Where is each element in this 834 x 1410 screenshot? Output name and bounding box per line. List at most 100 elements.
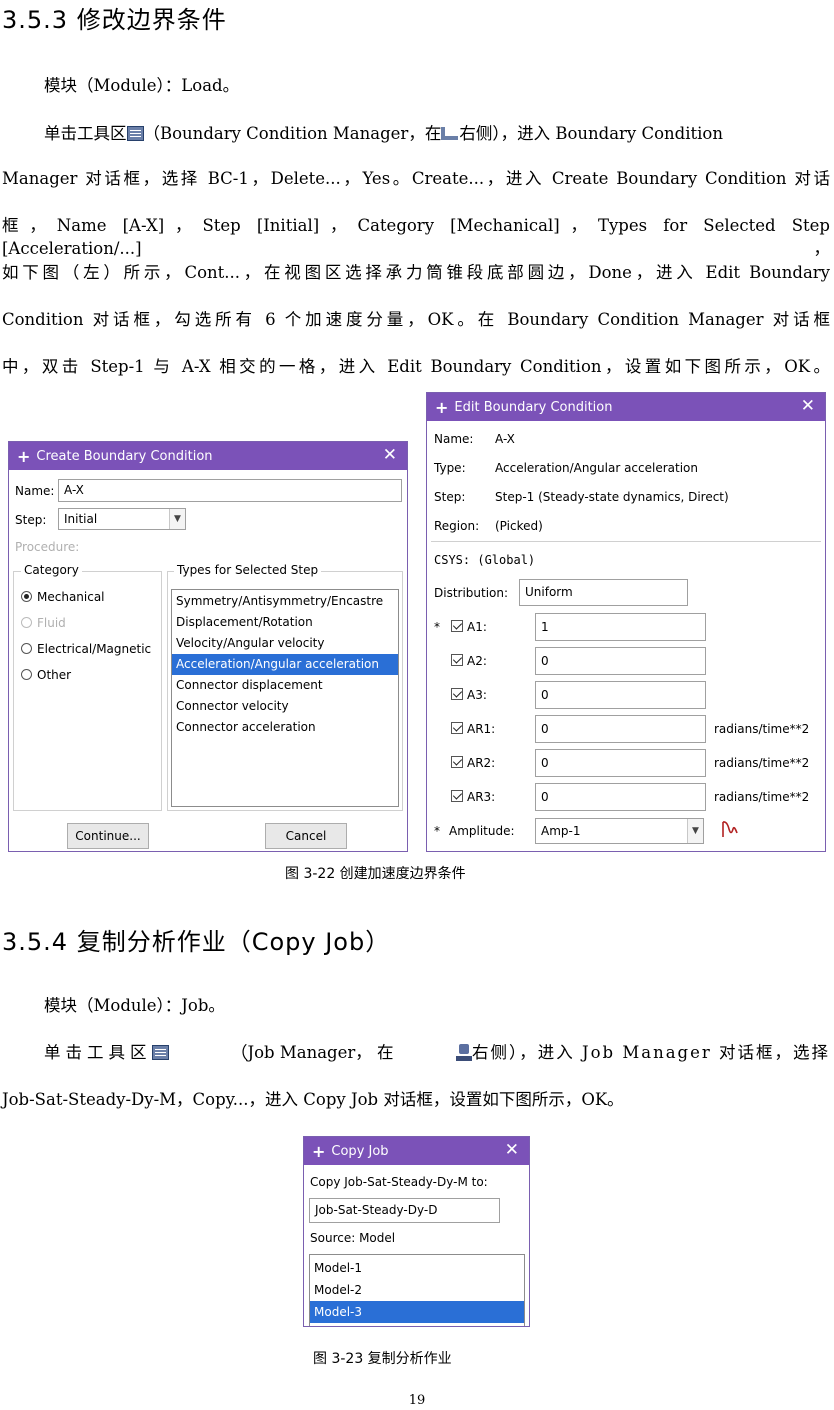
name-label: Name:: [15, 484, 55, 498]
radio-icon: [21, 617, 32, 628]
radio-other[interactable]: Other: [21, 668, 71, 682]
checkbox-a3[interactable]: A3:: [451, 688, 487, 702]
checkbox-label: A1:: [467, 620, 487, 634]
required-star: *: [434, 620, 440, 634]
checkbox-a2[interactable]: A2:: [451, 654, 487, 668]
list-item[interactable]: Connector acceleration: [172, 717, 398, 738]
chevron-down-icon: ▼: [687, 819, 703, 843]
type-value: Acceleration/Angular acceleration: [495, 461, 699, 475]
bc-create-toolbar-icon: [441, 126, 459, 141]
plus-icon: +: [312, 1141, 326, 1161]
step-label: Step:: [15, 513, 47, 527]
radio-icon: [21, 591, 32, 602]
paragraph-chunk: 单击工具区: [44, 1041, 169, 1064]
dialog-title: Create Boundary Condition: [36, 448, 213, 464]
plus-icon: +: [435, 397, 449, 417]
step-value: Step-1 (Steady-state dynamics, Direct): [495, 490, 729, 504]
dialog-titlebar: + Copy Job ✕: [304, 1137, 529, 1165]
section-heading-3-5-4: 3.5.4 复制分析作业（Copy Job）: [2, 928, 391, 956]
radio-mechanical[interactable]: Mechanical: [21, 590, 105, 604]
radio-fluid[interactable]: Fluid: [21, 616, 66, 630]
list-item[interactable]: Velocity/Angular velocity: [172, 633, 398, 654]
ar3-unit: radians/time**2: [714, 790, 810, 804]
a2-field[interactable]: 0: [535, 647, 706, 675]
list-item-selected[interactable]: Acceleration/Angular acceleration: [172, 654, 398, 675]
paragraph-line: 中，双击 Step-1 与 A-X 相交的一格，进入 Edit Boundary…: [2, 357, 830, 376]
module-line: 模块（Module）：Load。: [44, 76, 240, 95]
amplitude-label: Amplitude:: [449, 824, 515, 838]
job-manager-toolbar-icon: [151, 1045, 169, 1060]
close-icon[interactable]: ✕: [505, 1140, 519, 1160]
radio-label: Electrical/Magnetic: [37, 642, 152, 656]
checkbox-label: AR1:: [467, 722, 496, 736]
radio-electrical-magnetic[interactable]: Electrical/Magnetic: [21, 642, 151, 656]
list-item-selected[interactable]: Model-3: [310, 1301, 524, 1323]
copy-job-label: Copy Job-Sat-Steady-Dy-M to:: [310, 1175, 488, 1189]
step-label: Step:: [434, 490, 466, 504]
checkbox-ar2[interactable]: AR2:: [451, 756, 495, 770]
paragraph-text: 单击工具区: [44, 1043, 152, 1062]
new-job-name-field[interactable]: Job-Sat-Steady-Dy-D: [309, 1198, 500, 1223]
paragraph-line: Condition 对话框，勾选所有 6 个加速度分量，OK。在 Boundar…: [2, 310, 830, 329]
region-value: (Picked): [495, 519, 543, 533]
radio-label: Other: [37, 668, 72, 682]
ar2-unit: radians/time**2: [714, 756, 810, 770]
list-item[interactable]: Model-1: [310, 1257, 524, 1279]
copy-job-dialog: + Copy Job ✕ Copy Job-Sat-Steady-Dy-M to…: [303, 1136, 530, 1327]
checkbox-icon: [451, 620, 463, 632]
types-list[interactable]: Symmetry/Antisymmetry/Encastre Displacem…: [171, 589, 399, 807]
divider: [431, 541, 821, 542]
region-label: Region:: [434, 519, 480, 533]
cancel-button[interactable]: Cancel: [265, 823, 347, 849]
step-select-value: Initial: [64, 512, 98, 526]
checkbox-icon: [451, 688, 463, 700]
a3-field[interactable]: 0: [535, 681, 706, 709]
amplitude-select-value: Amp-1: [541, 824, 581, 838]
list-item[interactable]: Symmetry/Antisymmetry/Encastre: [172, 591, 398, 612]
ar3-field[interactable]: 0: [535, 783, 706, 811]
checkbox-a1[interactable]: A1:: [451, 620, 487, 634]
list-item[interactable]: Model-2: [310, 1279, 524, 1301]
ar2-field[interactable]: 0: [535, 749, 706, 777]
ar1-field[interactable]: 0: [535, 715, 706, 743]
dialog-titlebar: + Create Boundary Condition ✕: [9, 442, 407, 470]
required-star: *: [434, 824, 440, 838]
checkbox-ar1[interactable]: AR1:: [451, 722, 495, 736]
list-item[interactable]: Displacement/Rotation: [172, 612, 398, 633]
edit-bc-dialog: + Edit Boundary Condition ✕ Name: A-X Ty…: [426, 392, 826, 852]
name-label: Name:: [434, 432, 474, 446]
continue-button[interactable]: Continue...: [67, 823, 149, 849]
a1-field[interactable]: 1: [535, 613, 706, 641]
dialog-title: Edit Boundary Condition: [454, 399, 613, 415]
list-item[interactable]: Connector velocity: [172, 696, 398, 717]
dialog-titlebar: + Edit Boundary Condition ✕: [427, 393, 825, 421]
paragraph-text: 单击工具区: [44, 124, 127, 143]
paragraph-chunk: 右侧），进入 Job Manager 对话框，选择: [455, 1041, 830, 1064]
distribution-label: Distribution:: [434, 586, 509, 600]
source-label: Source: Model: [310, 1231, 396, 1245]
ar1-unit: radians/time**2: [714, 722, 810, 736]
category-group-title: Category: [21, 563, 82, 577]
chevron-down-icon: ▼: [169, 509, 185, 529]
step-select[interactable]: Initial ▼: [58, 508, 186, 530]
amplitude-create-icon[interactable]: [720, 819, 740, 839]
radio-label: Mechanical: [37, 590, 105, 604]
paragraph-text: 右侧），进入 Job Manager 对话框，选择: [471, 1043, 830, 1062]
page-number: 19: [408, 1393, 426, 1408]
plus-icon: +: [17, 446, 31, 466]
distribution-select[interactable]: Uniform: [519, 579, 688, 606]
section-heading-3-5-3: 3.5.3 修改边界条件: [2, 6, 227, 34]
checkbox-icon: [451, 790, 463, 802]
paragraph-text: 右侧），进入 Boundary Condition: [459, 124, 723, 143]
close-icon[interactable]: ✕: [383, 445, 397, 465]
amplitude-select[interactable]: Amp-1 ▼: [535, 818, 704, 844]
model-list[interactable]: Model-1 Model-2 Model-3: [309, 1254, 525, 1326]
list-item[interactable]: Connector displacement: [172, 675, 398, 696]
bc-manager-toolbar-icon: [126, 126, 144, 141]
checkbox-label: AR3:: [467, 790, 496, 804]
radio-icon: [21, 643, 32, 654]
close-icon[interactable]: ✕: [801, 396, 815, 416]
checkbox-ar3[interactable]: AR3:: [451, 790, 495, 804]
name-value: A-X: [495, 432, 515, 446]
name-field[interactable]: A-X: [58, 479, 402, 502]
